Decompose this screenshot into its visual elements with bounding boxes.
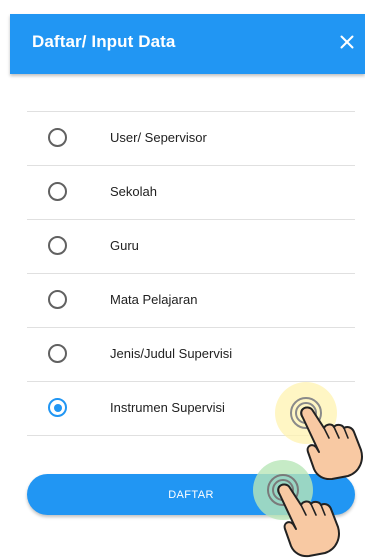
option-instrumen-supervisi[interactable]: Instrumen Supervisi xyxy=(27,382,355,436)
radio-button[interactable] xyxy=(48,236,67,255)
option-sekolah[interactable]: Sekolah xyxy=(27,166,355,220)
daftar-button-label: DAFTAR xyxy=(168,488,214,501)
option-label: User/ Sepervisor xyxy=(110,130,207,145)
option-guru[interactable]: Guru xyxy=(27,220,355,274)
option-label: Mata Pelajaran xyxy=(110,292,198,307)
dialog-title: Daftar/ Input Data xyxy=(32,32,176,51)
close-icon xyxy=(340,35,354,49)
radio-button[interactable] xyxy=(48,290,67,309)
option-jenis-judul-supervisi[interactable]: Jenis/Judul Supervisi xyxy=(27,328,355,382)
close-button[interactable] xyxy=(333,28,361,56)
radio-button[interactable] xyxy=(48,128,67,147)
option-mata-pelajaran[interactable]: Mata Pelajaran xyxy=(27,274,355,328)
daftar-button[interactable]: DAFTAR xyxy=(27,474,355,515)
dialog-page: Daftar/ Input Data User/ Sepervisor Seko… xyxy=(0,0,365,558)
option-label: Jenis/Judul Supervisi xyxy=(110,346,233,361)
option-label: Sekolah xyxy=(110,184,157,199)
option-label: Guru xyxy=(110,238,139,253)
radio-button[interactable] xyxy=(48,398,67,417)
option-user-supervisor[interactable]: User/ Sepervisor xyxy=(27,112,355,166)
option-list: User/ Sepervisor Sekolah Guru Mata Pelaj… xyxy=(27,111,355,436)
option-label: Instrumen Supervisi xyxy=(110,400,225,415)
radio-button[interactable] xyxy=(48,344,67,363)
dialog-header: Daftar/ Input Data xyxy=(10,14,365,74)
radio-button[interactable] xyxy=(48,182,67,201)
